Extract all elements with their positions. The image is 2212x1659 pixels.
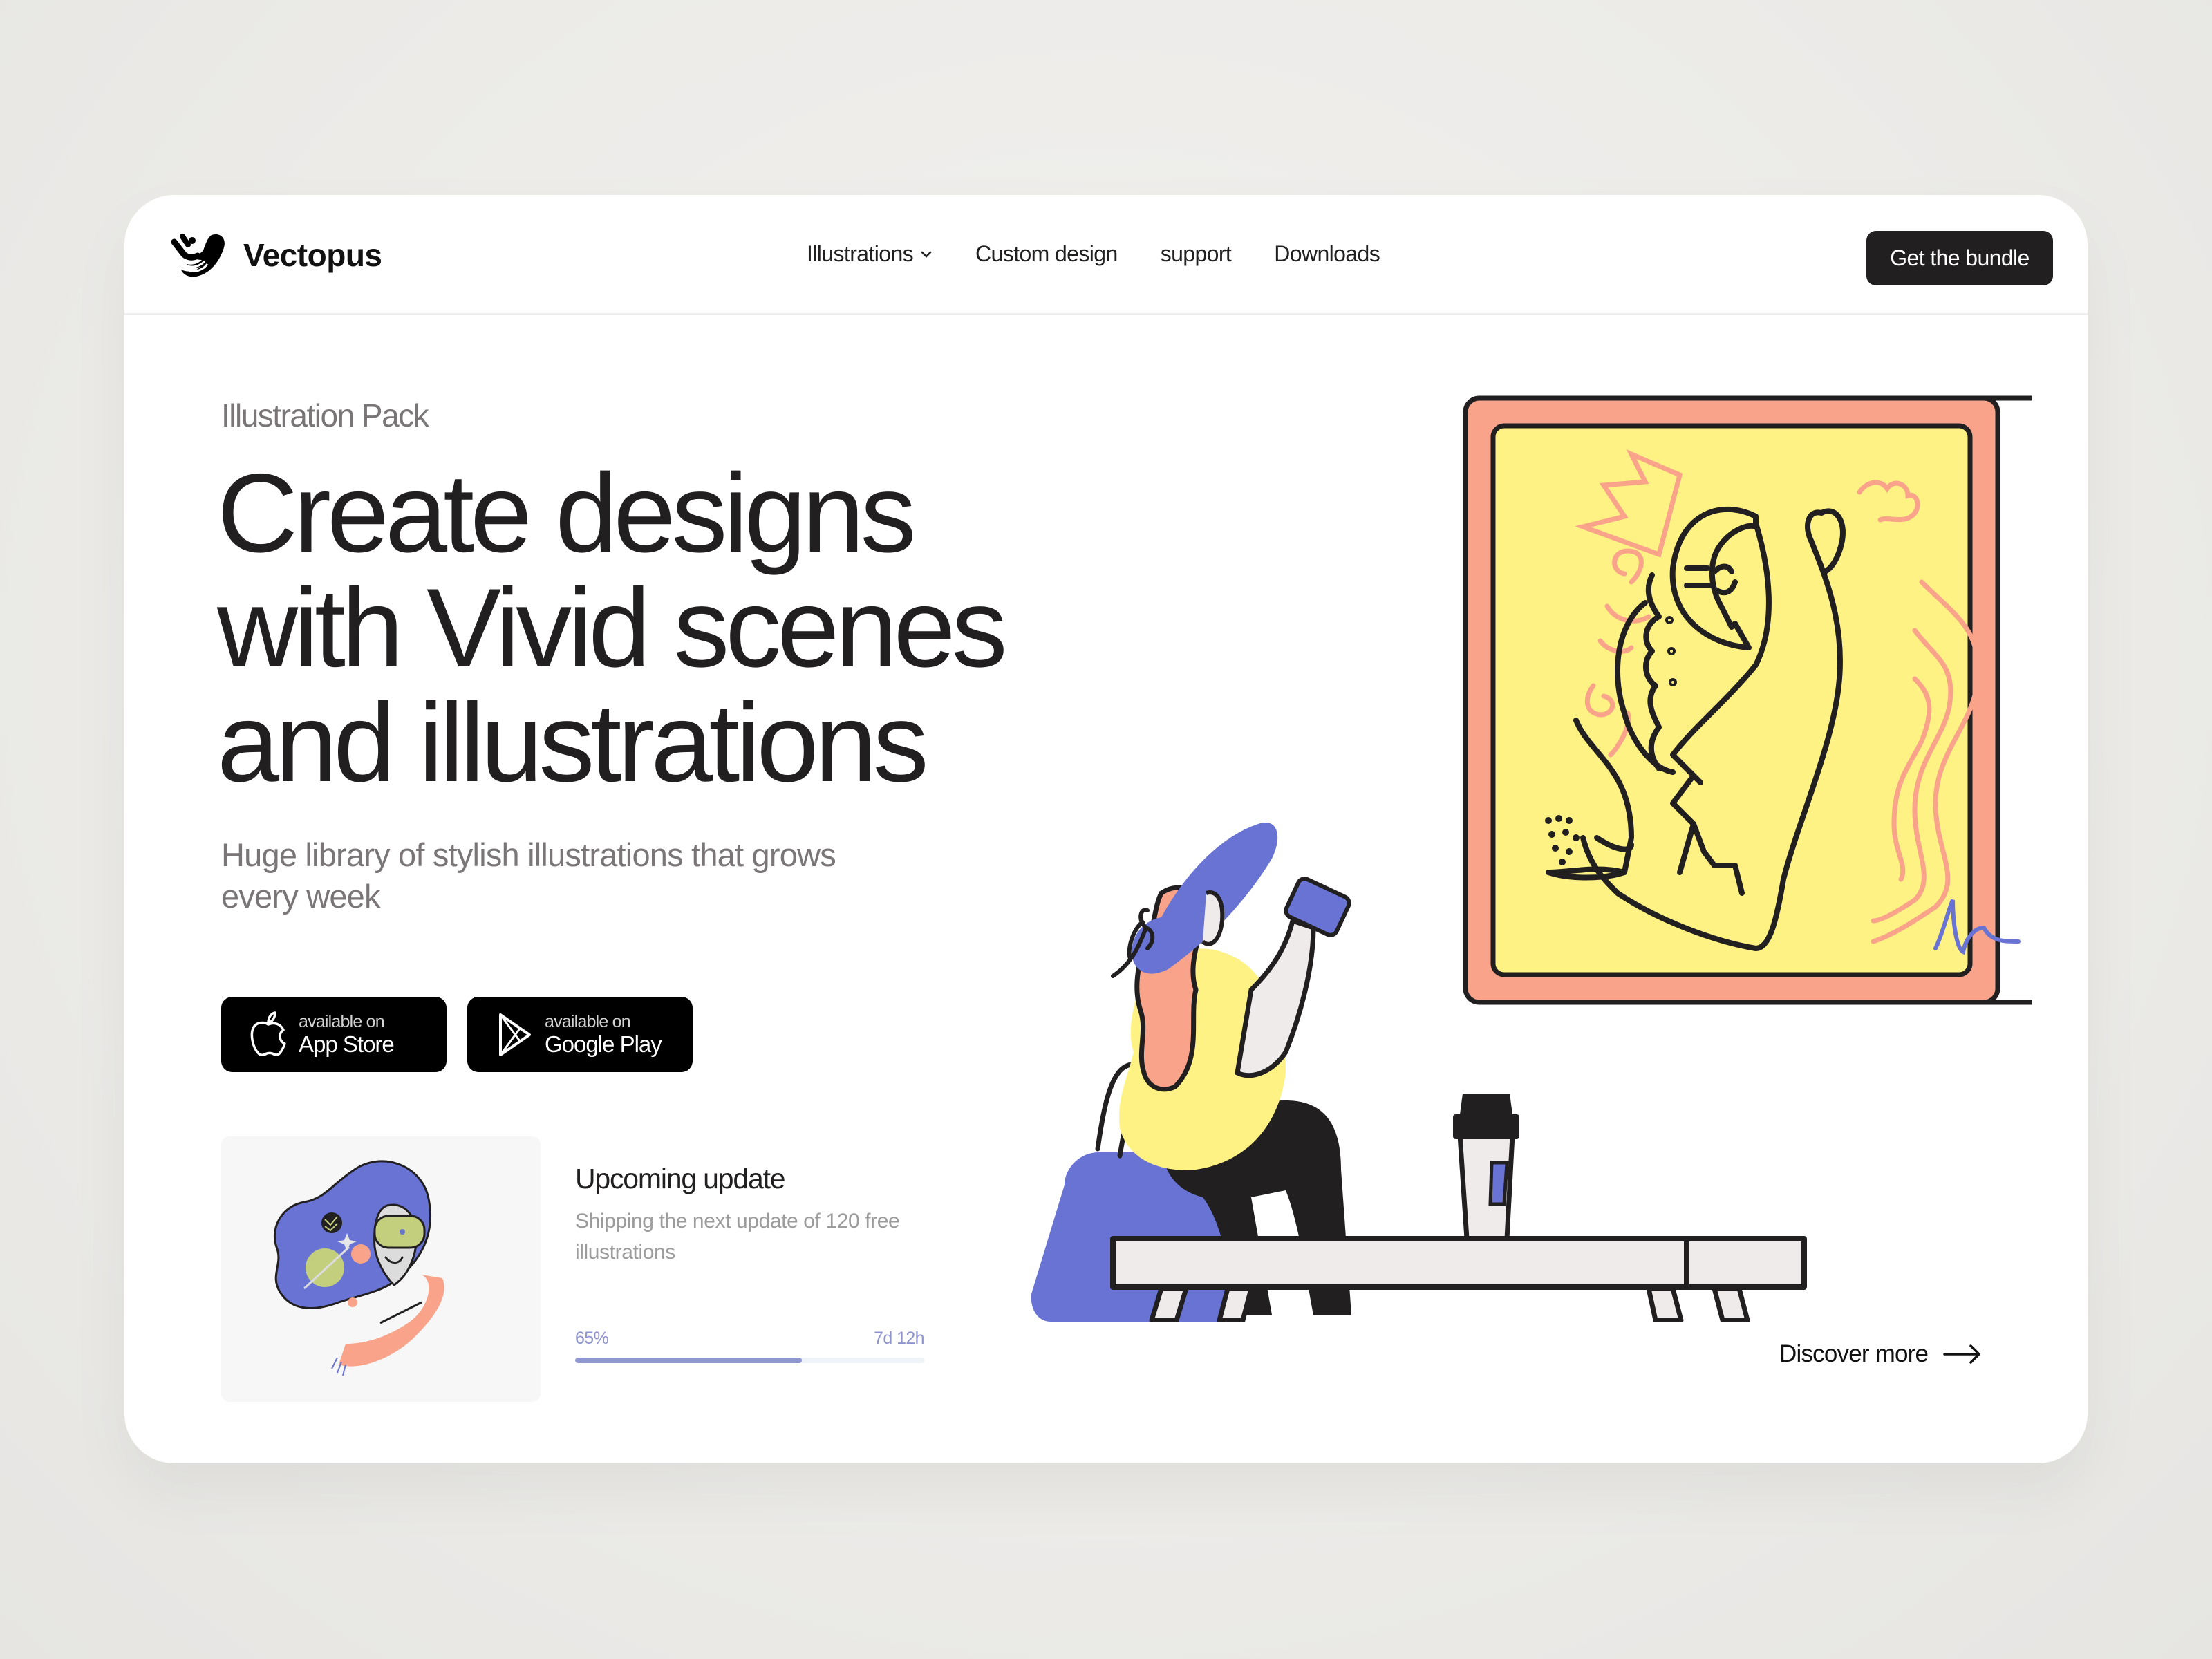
update-title: Upcoming update [575, 1163, 786, 1194]
nav-item-label: Custom design [975, 241, 1118, 266]
bench-seat [1110, 1236, 1807, 1290]
nav-item-illustrations[interactable]: Illustrations [807, 241, 932, 267]
store-big-label: Google Play [545, 1031, 662, 1057]
chevron-down-icon [921, 251, 932, 258]
store-big-label: App Store [299, 1031, 395, 1057]
progress-labels: 65% 7d 12h [575, 1329, 925, 1349]
update-thumbnail[interactable] [221, 1136, 541, 1402]
store-small-label: available on [545, 1011, 631, 1031]
google-play-icon [499, 1013, 531, 1056]
nav-item-label: Downloads [1274, 241, 1380, 266]
nav-item-label: Illustrations [807, 241, 914, 266]
update-description: Shipping the next update of 120 free ill… [575, 1210, 900, 1264]
app-store-button[interactable]: available on App Store [221, 997, 447, 1072]
discover-more-link[interactable]: Discover more [1779, 1340, 1982, 1368]
eyebrow-label: Illustration Pack [221, 397, 429, 433]
nav-item-downloads[interactable]: Downloads [1274, 241, 1380, 267]
progress-percent: 65% [575, 1329, 609, 1348]
landing-card: Vectopus Illustrations Custom design sup… [124, 195, 2088, 1463]
headline-line: Create designs [217, 451, 917, 576]
time-remaining: 7d 12h [874, 1329, 924, 1348]
progress-bar [575, 1358, 924, 1363]
nav-item-label: support [1160, 241, 1232, 266]
discover-more-label: Discover more [1779, 1340, 1929, 1367]
woman-on-bench-illustration [1031, 395, 2032, 1322]
get-bundle-button[interactable]: Get the bundle [1866, 231, 2053, 285]
hero-headline: Create designs with Vivid scenes and ill… [217, 451, 1008, 805]
vectopus-hand-logo-icon [171, 234, 225, 277]
brand-name: Vectopus [243, 237, 382, 273]
arrow-right-icon [1943, 1344, 1980, 1364]
headline-line: with Vivid scenes [217, 565, 1008, 691]
nav-item-custom-design[interactable]: Custom design [975, 241, 1118, 267]
store-small-label: available on [299, 1011, 385, 1031]
hero-subtitle: Huge library of stylish illustrations th… [221, 836, 836, 915]
brand-logo[interactable]: Vectopus [171, 231, 382, 279]
progress-fill [575, 1358, 803, 1363]
top-nav: Vectopus Illustrations Custom design sup… [124, 195, 2088, 315]
nav-item-support[interactable]: support [1161, 241, 1232, 267]
headline-line: and illustrations [217, 680, 929, 805]
main-nav: Illustrations Custom design support Down… [807, 195, 1423, 313]
dreaming-girl-illustration [273, 1160, 444, 1376]
apple-icon [250, 1011, 286, 1056]
google-play-button[interactable]: available on Google Play [467, 997, 693, 1072]
